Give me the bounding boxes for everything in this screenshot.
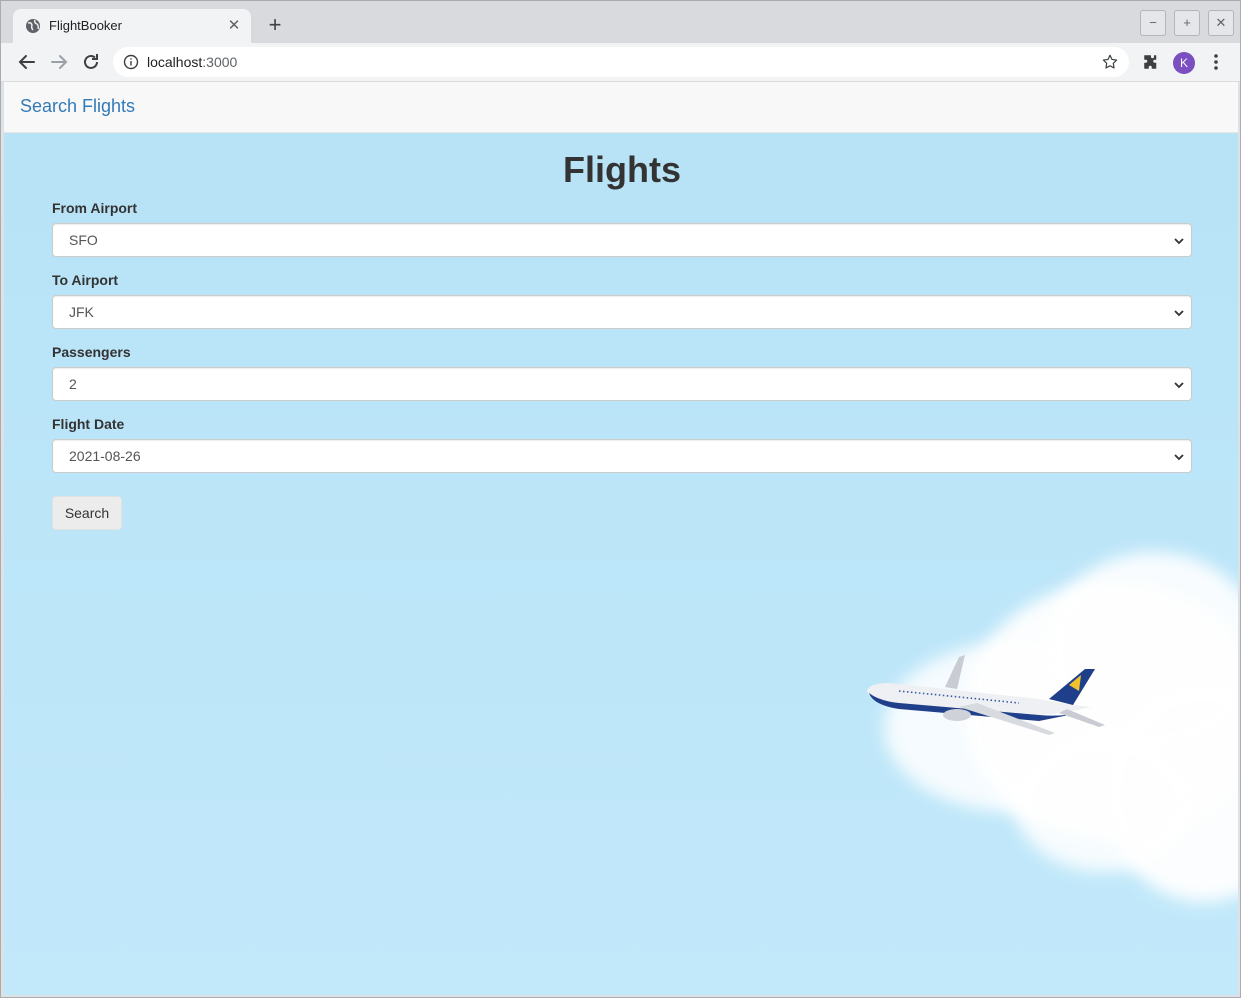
info-icon[interactable] (123, 54, 139, 70)
passengers-value: 2 (69, 376, 77, 392)
url-host: localhost (147, 54, 203, 70)
browser-window: FlightBooker ✕ + − + ✕ localhost:3000 K … (0, 0, 1241, 998)
flight-date-group: Flight Date 2021-08-26 (52, 416, 1192, 473)
arrow-right-icon[interactable] (47, 50, 71, 74)
to-airport-select[interactable]: JFK (52, 295, 1192, 329)
passengers-group: Passengers 2 (52, 344, 1192, 401)
page-viewport: Search Flights Flights From Airport SFO … (4, 82, 1238, 995)
browser-tab[interactable]: FlightBooker ✕ (13, 9, 251, 43)
passengers-select[interactable]: 2 (52, 367, 1192, 401)
maximize-button[interactable]: + (1174, 10, 1200, 36)
kebab-menu-icon[interactable] (1206, 52, 1226, 72)
flight-date-label: Flight Date (52, 416, 125, 432)
tab-title: FlightBooker (49, 18, 122, 33)
search-button[interactable]: Search (52, 496, 122, 530)
site-navbar: Search Flights (4, 82, 1238, 133)
chevron-down-icon (1174, 382, 1184, 389)
page-title: Flights (563, 149, 681, 190)
close-icon[interactable]: ✕ (225, 17, 243, 35)
window-close-button[interactable]: ✕ (1208, 10, 1234, 36)
tab-strip: FlightBooker ✕ + − + ✕ (1, 1, 1240, 43)
minimize-button[interactable]: − (1140, 10, 1166, 36)
arrow-left-icon[interactable] (15, 50, 39, 74)
url-port: :3000 (202, 54, 238, 70)
url-text: localhost:3000 (147, 54, 237, 70)
search-form: Flights From Airport SFO To Airport JFK (52, 132, 1192, 530)
chevron-down-icon (1174, 310, 1184, 317)
puzzle-icon[interactable] (1142, 53, 1160, 71)
airplane-image (867, 655, 1105, 735)
chevron-down-icon (1174, 454, 1184, 461)
passengers-label: Passengers (52, 344, 131, 360)
from-airport-group: From Airport SFO (52, 200, 1192, 257)
from-airport-select[interactable]: SFO (52, 223, 1192, 257)
flight-date-value: 2021-08-26 (69, 448, 141, 464)
reload-icon[interactable] (79, 50, 103, 74)
from-airport-label: From Airport (52, 200, 138, 216)
to-airport-label: To Airport (52, 272, 119, 288)
flight-date-select[interactable]: 2021-08-26 (52, 439, 1192, 473)
globe-icon (26, 19, 40, 33)
profile-avatar[interactable]: K (1173, 52, 1195, 74)
star-icon[interactable] (1101, 53, 1119, 71)
to-airport-group: To Airport JFK (52, 272, 1192, 329)
from-airport-value: SFO (69, 232, 98, 248)
search-flights-link[interactable]: Search Flights (20, 96, 135, 117)
chevron-down-icon (1174, 238, 1184, 245)
browser-toolbar: localhost:3000 K (1, 43, 1240, 82)
to-airport-value: JFK (69, 304, 94, 320)
plus-icon[interactable]: + (263, 14, 287, 38)
address-bar[interactable]: localhost:3000 (113, 47, 1129, 77)
